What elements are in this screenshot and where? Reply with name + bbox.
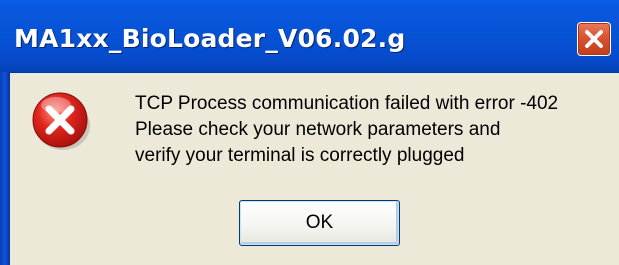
error-dialog-window: MA1xx_BioLoader_V06.02.g TCP Process com… [0, 0, 619, 265]
error-message-line: TCP Process communication failed with er… [135, 93, 559, 114]
error-message: TCP Process communication failed with er… [135, 91, 558, 169]
close-icon [585, 30, 603, 48]
close-button[interactable] [577, 22, 611, 56]
ok-button[interactable]: OK [239, 200, 400, 246]
error-message-line: verify your terminal is correctly plugge… [135, 145, 465, 166]
window-left-border [0, 72, 10, 265]
window-title: MA1xx_BioLoader_V06.02.g [14, 24, 406, 53]
error-message-line: Please check your network parameters and [135, 119, 501, 140]
error-icon [32, 92, 90, 150]
title-bar[interactable]: MA1xx_BioLoader_V06.02.g [0, 0, 619, 73]
